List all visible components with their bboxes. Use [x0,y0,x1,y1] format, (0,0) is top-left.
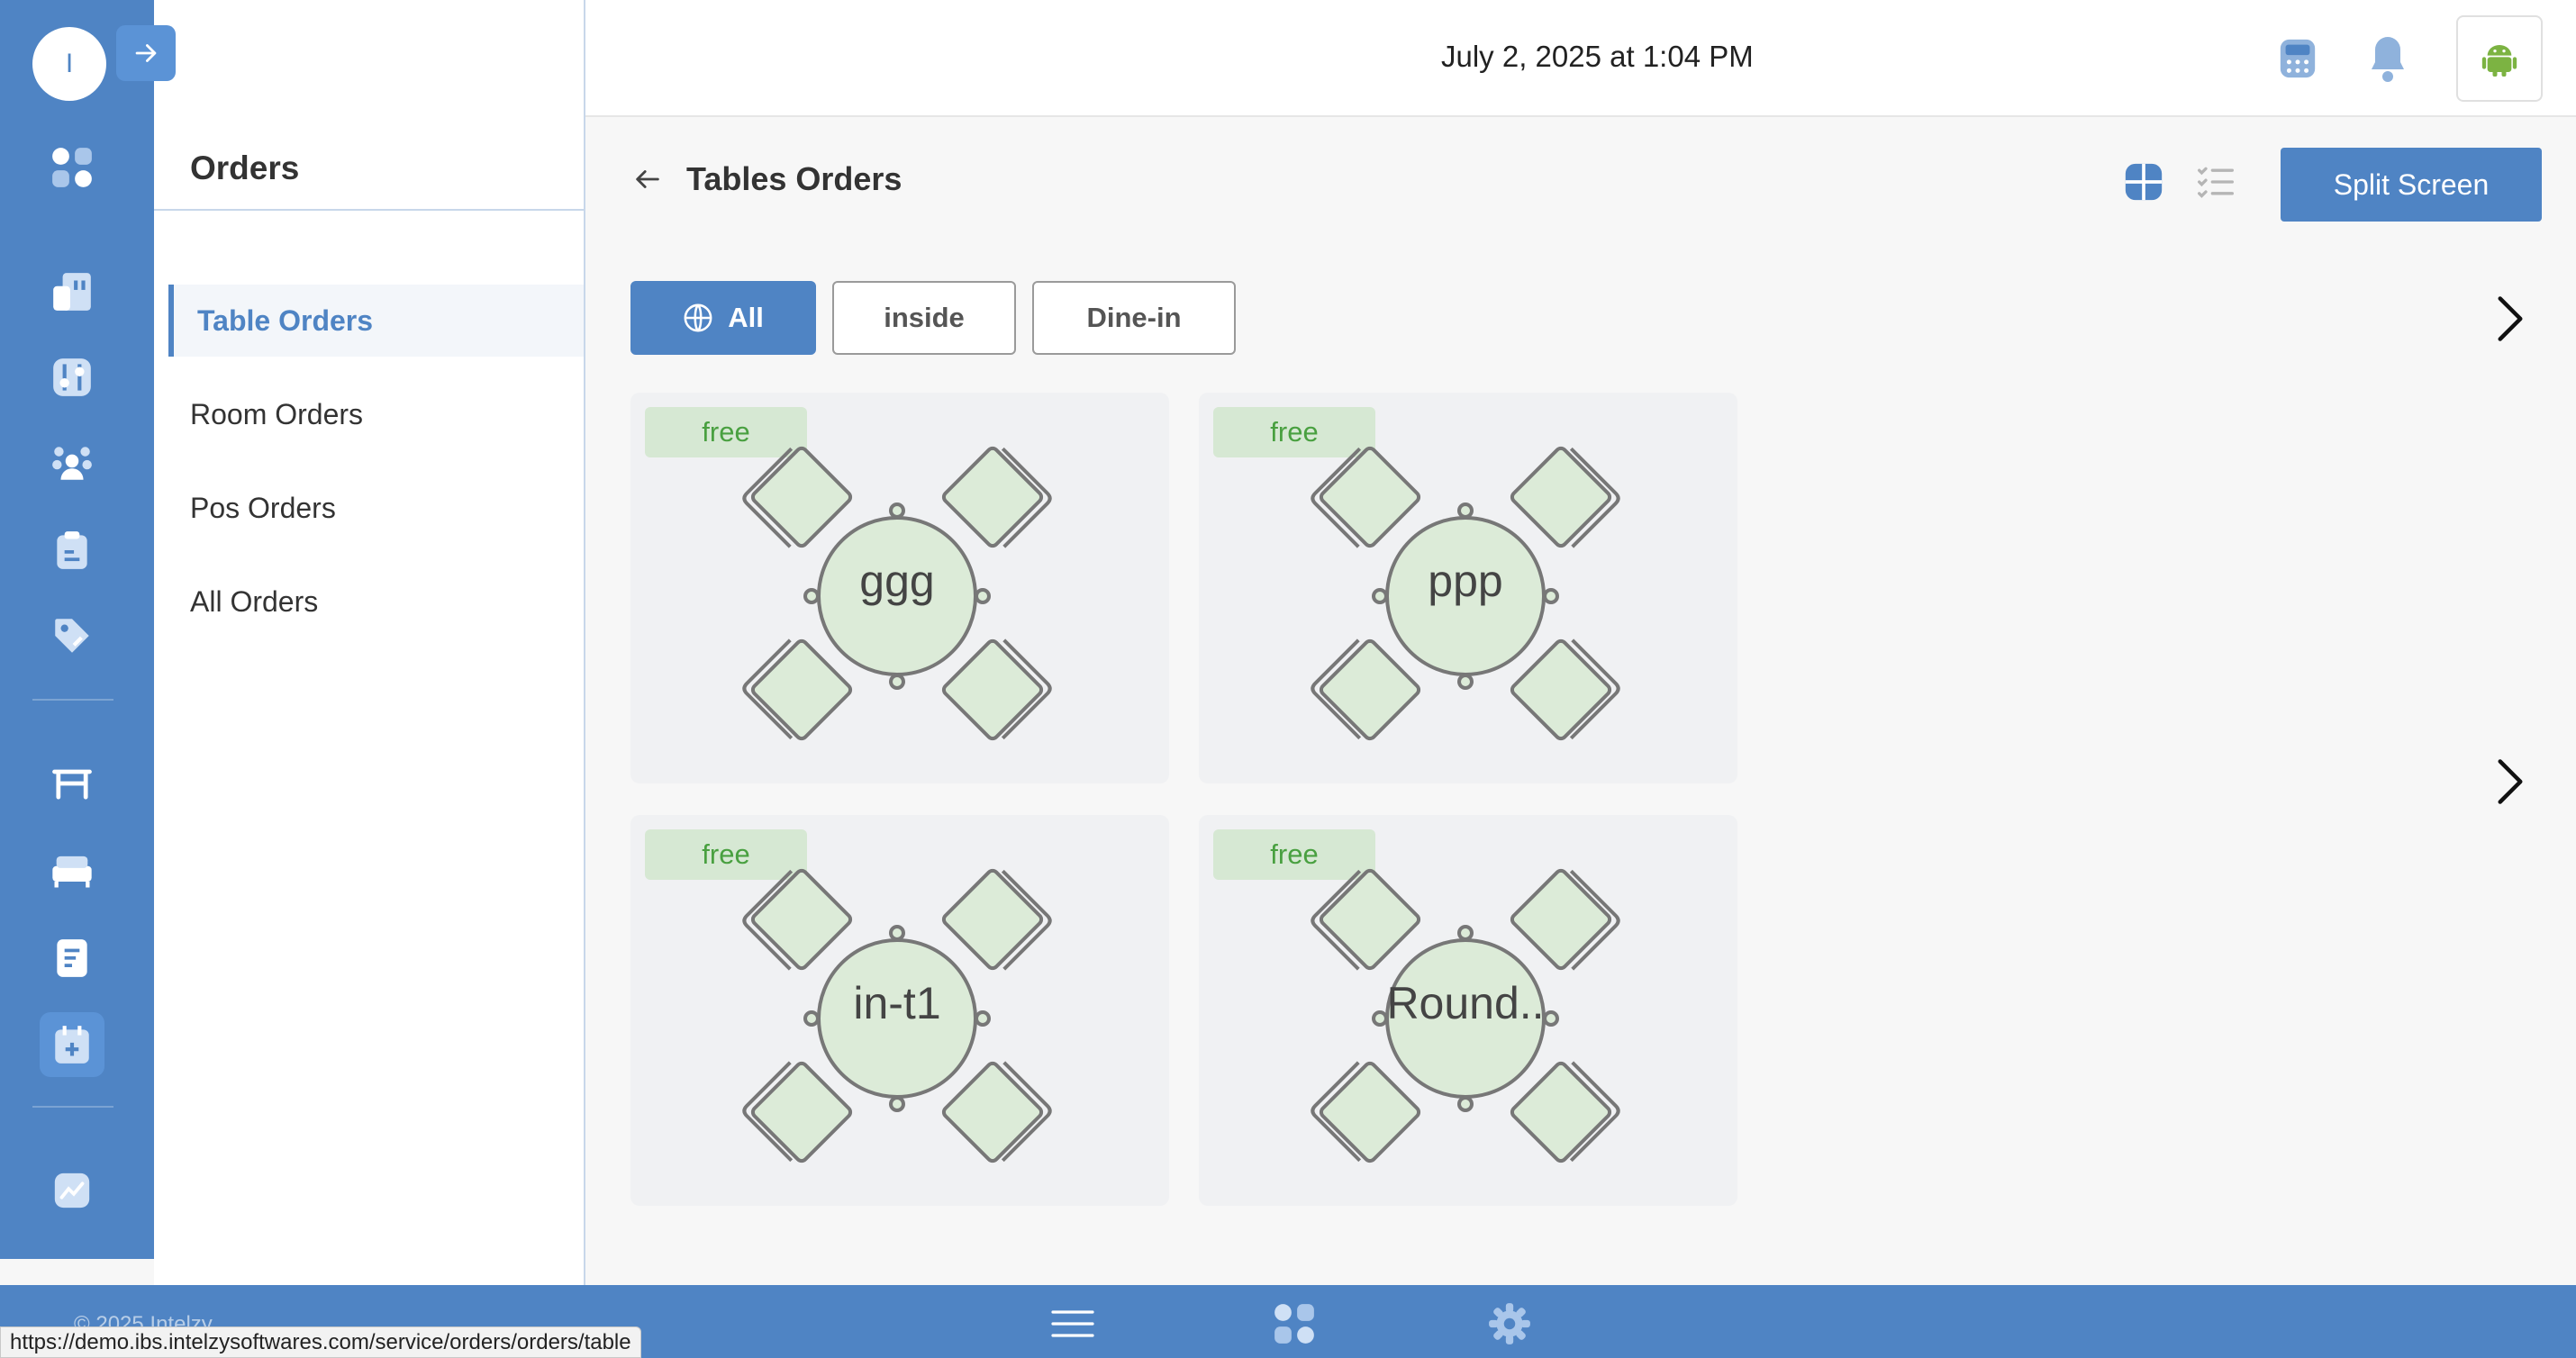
menu-icon[interactable] [1046,1299,1100,1348]
tag-icon[interactable] [40,603,104,668]
document-icon[interactable] [40,926,104,991]
page-title: Tables Orders [686,160,903,197]
apps-grid-icon[interactable] [1267,1299,1321,1348]
split-screen-button[interactable]: Split Screen [2281,148,2542,222]
back-arrow-icon[interactable] [630,164,665,195]
sidebar-title: Orders [190,149,300,186]
avatar-letter: I [65,49,74,78]
expand-sidebar-button[interactable] [116,25,176,81]
android-app-button[interactable] [2456,15,2543,102]
sidebar-item-label: Pos Orders [190,491,336,524]
clipboard-icon[interactable] [40,518,104,583]
sidebar-item-label: All Orders [190,584,319,618]
list-view-icon[interactable] [2194,160,2237,204]
page-heading: Tables Orders [630,160,902,198]
arrow-right-icon [135,44,157,62]
table-icon[interactable] [40,751,104,816]
android-icon [2481,45,2517,77]
rail-divider [32,699,113,701]
calculator-icon[interactable] [2270,29,2326,88]
filter-label: inside [884,302,965,333]
browser-status-url: https://demo.ibs.intelzysoftwares.com/se… [0,1326,641,1358]
top-header: July 2, 2025 at 1:04 PM [585,0,2576,117]
grid-view-icon[interactable] [2122,160,2165,204]
users-icon[interactable] [40,430,104,495]
bed-icon[interactable] [40,837,104,902]
sidebar-item-pos-orders[interactable]: Pos Orders [168,472,584,544]
settings-gear-icon[interactable] [1483,1299,1537,1348]
sidebar-item-all-orders[interactable]: All Orders [168,566,584,638]
bell-icon[interactable] [2360,29,2416,88]
table-name: ppp [1428,556,1503,606]
sidebar-item-label: Room Orders [190,397,364,430]
sliders-icon[interactable] [40,345,104,410]
filter-all-button[interactable]: All [630,281,816,355]
table-card-round[interactable]: free Round.. [1199,815,1737,1206]
sidebar-item-label: Table Orders [197,303,374,337]
table-filters: All inside Dine-in [630,281,1236,355]
filter-scroll-right-icon[interactable] [2488,294,2533,344]
dashboard-icon[interactable] [40,135,104,200]
tables-scroll-right-icon[interactable] [2488,756,2533,807]
rail-divider-2 [32,1106,113,1108]
split-screen-label: Split Screen [2333,167,2490,201]
filter-label: All [728,302,764,333]
globe-icon [684,303,712,332]
table-name: Round.. [1386,978,1545,1028]
filter-inside-button[interactable]: inside [832,281,1016,355]
avatar[interactable]: I [32,27,106,101]
filter-label: Dine-in [1086,302,1182,333]
orders-sidebar: Orders Table Orders Room Orders Pos Orde… [154,0,585,1285]
sidebar-item-table-orders[interactable]: Table Orders [168,285,584,357]
table-name: in-t1 [853,978,941,1028]
calendar-plus-icon[interactable] [40,1012,104,1077]
table-card-ggg[interactable]: free ggg [630,393,1169,783]
building-icon[interactable] [40,259,104,324]
datetime: July 2, 2025 at 1:04 PM [1441,40,1754,73]
chart-icon[interactable] [40,1158,104,1223]
table-name: ggg [859,556,935,606]
filter-dine-in-button[interactable]: Dine-in [1032,281,1236,355]
sidebar-item-room-orders[interactable]: Room Orders [168,378,584,450]
sidebar-title-divider [154,209,584,211]
icon-rail: I [0,0,176,1259]
table-card-in-t1[interactable]: free in-t1 [630,815,1169,1206]
table-card-ppp[interactable]: free ppp [1199,393,1737,783]
